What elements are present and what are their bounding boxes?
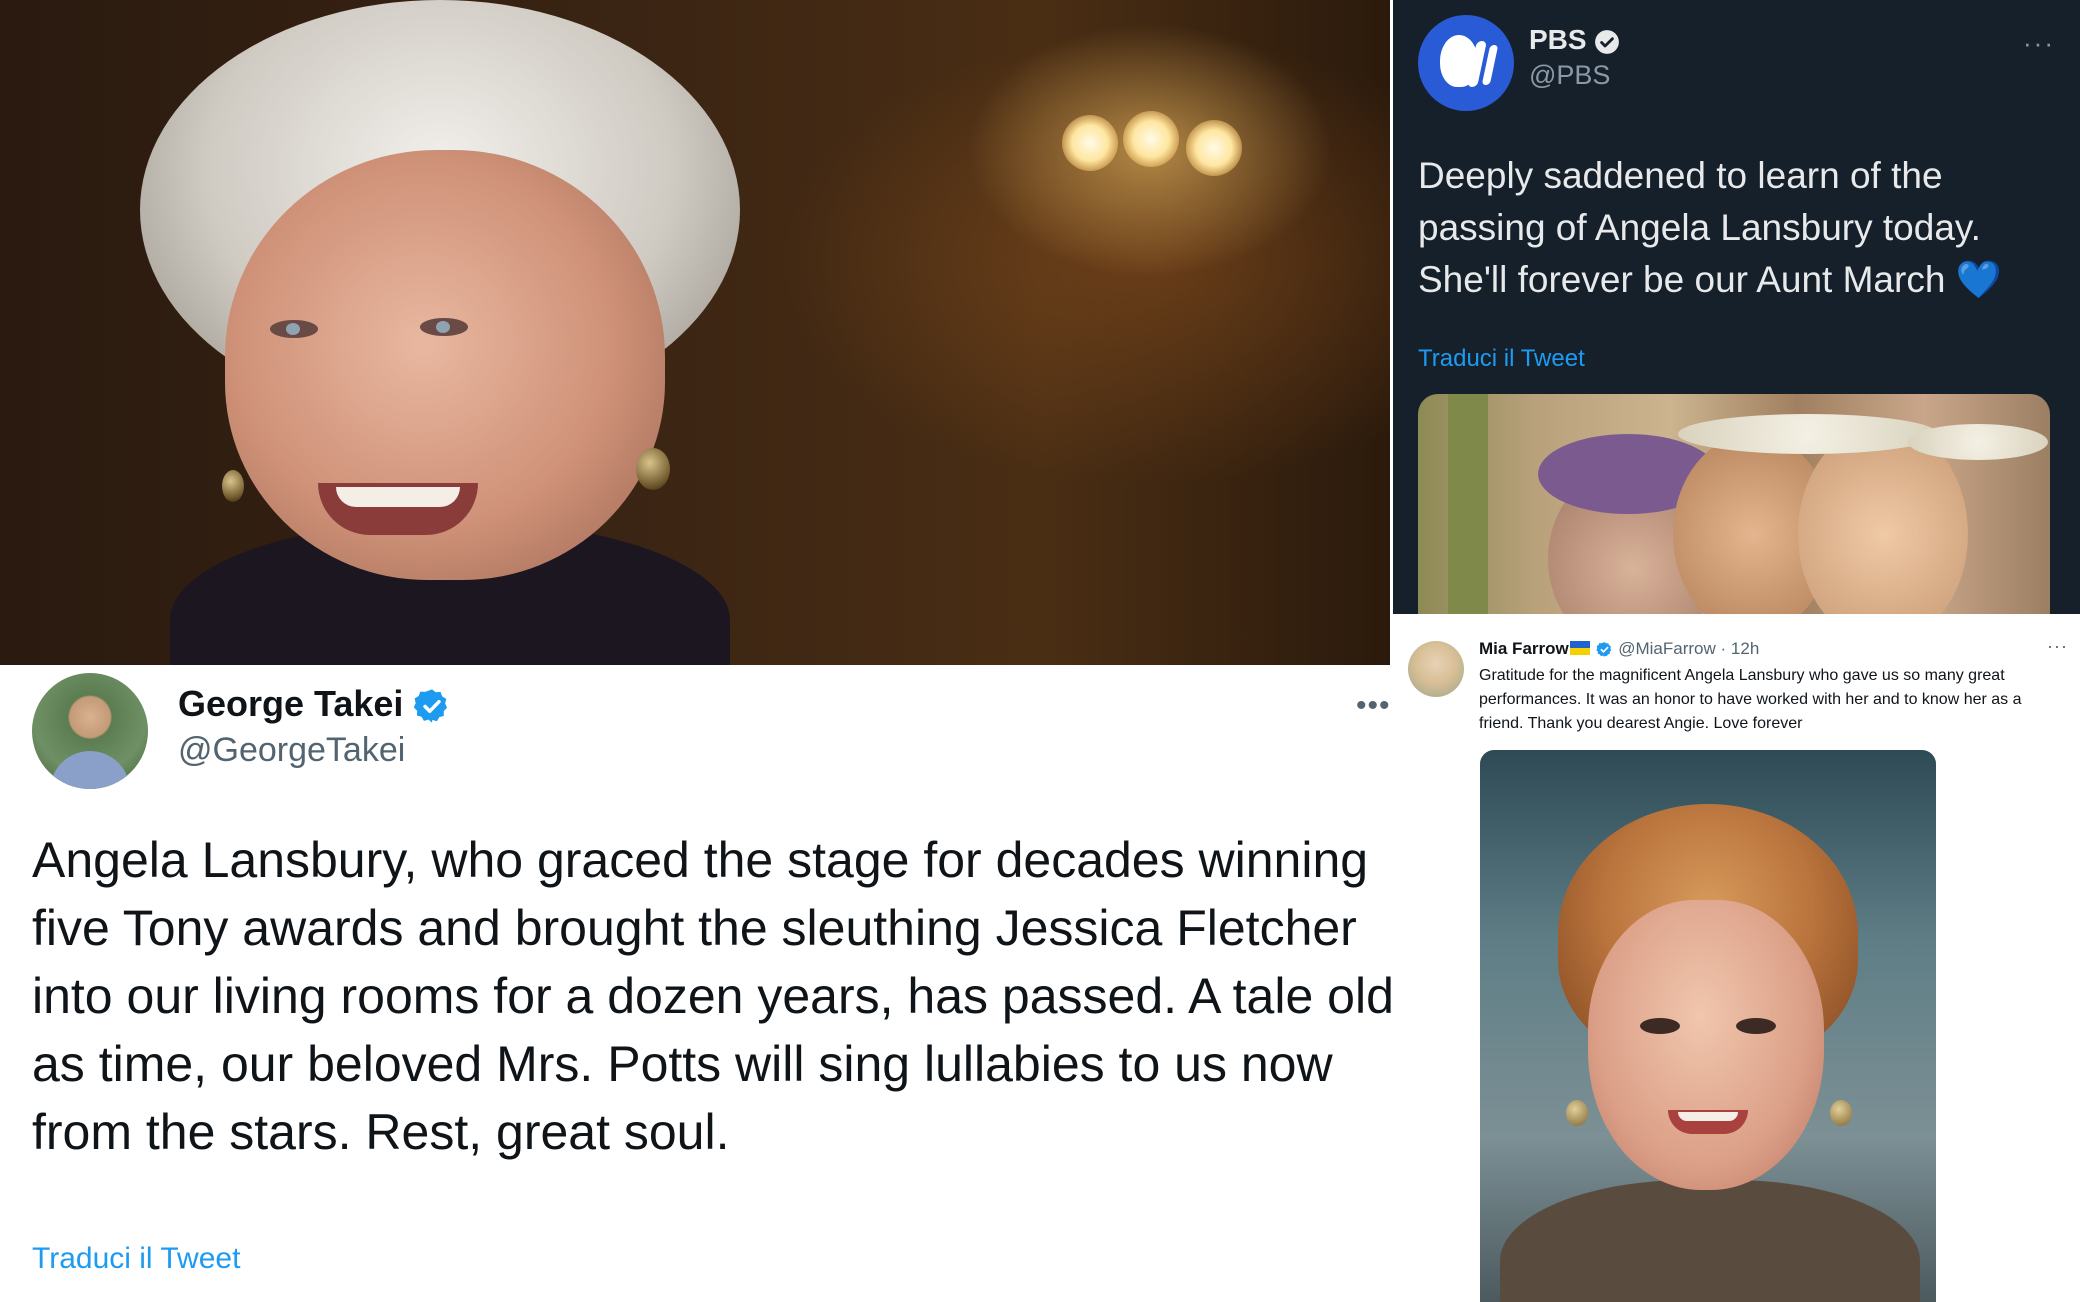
verified-badge-icon [414, 689, 448, 724]
pbs-handle[interactable]: @PBS [1529, 60, 1610, 91]
mia-display-name[interactable]: Mia Farrow [1479, 639, 1569, 658]
earring [222, 470, 244, 502]
right-eye [420, 318, 468, 336]
lamp-light [1062, 115, 1118, 171]
tweet-timestamp[interactable]: 12h [1731, 639, 1759, 658]
takei-handle[interactable]: @GeorgeTakei [178, 731, 405, 770]
angela-lansbury-portrait-photo [0, 0, 1390, 665]
meta-separator: · [1720, 639, 1727, 658]
pbs-display-name[interactable]: PBS [1529, 24, 1620, 56]
avatar[interactable] [32, 673, 148, 789]
verified-badge-icon [1595, 29, 1620, 54]
takei-tweet-text: Angela Lansbury, who graced the stage fo… [32, 832, 1394, 1160]
more-options-icon[interactable]: ••• [1356, 689, 1391, 723]
lamp-light [1186, 120, 1242, 176]
avatar[interactable] [1408, 641, 1464, 697]
lamp-light [1123, 111, 1179, 167]
left-eye [270, 320, 318, 338]
pbs-logo-icon[interactable] [1418, 15, 1514, 111]
more-options-icon[interactable]: ··· [2047, 636, 2068, 657]
mia-tweet-header: Mia Farrow @MiaFarrow · 12h [1479, 639, 1759, 659]
pbs-tweet-media[interactable] [1418, 394, 2050, 614]
mia-handle[interactable]: @MiaFarrow [1618, 639, 1716, 658]
takei-display-name[interactable]: George Takei [178, 683, 451, 725]
more-options-icon[interactable]: ··· [2023, 28, 2055, 59]
translate-tweet-link[interactable]: Traduci il Tweet [32, 1242, 240, 1276]
translate-tweet-link[interactable]: Traduci il Tweet [1418, 345, 1585, 373]
pbs-tweet-text: Deeply saddened to learn of the passing … [1418, 155, 2002, 300]
mia-tweet-text: Gratitude for the magnificent Angela Lan… [1479, 667, 2022, 732]
verified-badge-icon [1596, 642, 1612, 657]
mia-tweet-media[interactable] [1480, 750, 1936, 1302]
mia-farrow-tweet-card: Mia Farrow @MiaFarrow · 12h ··· Gratitud… [1393, 614, 2080, 1302]
ukraine-flag-icon [1569, 641, 1590, 655]
pbs-tweet-card: PBS @PBS ··· Deeply saddened to learn of… [1393, 0, 2080, 614]
earring [636, 448, 670, 490]
george-takei-tweet-card: George Takei @GeorgeTakei ••• Angela Lan… [0, 665, 1394, 1302]
